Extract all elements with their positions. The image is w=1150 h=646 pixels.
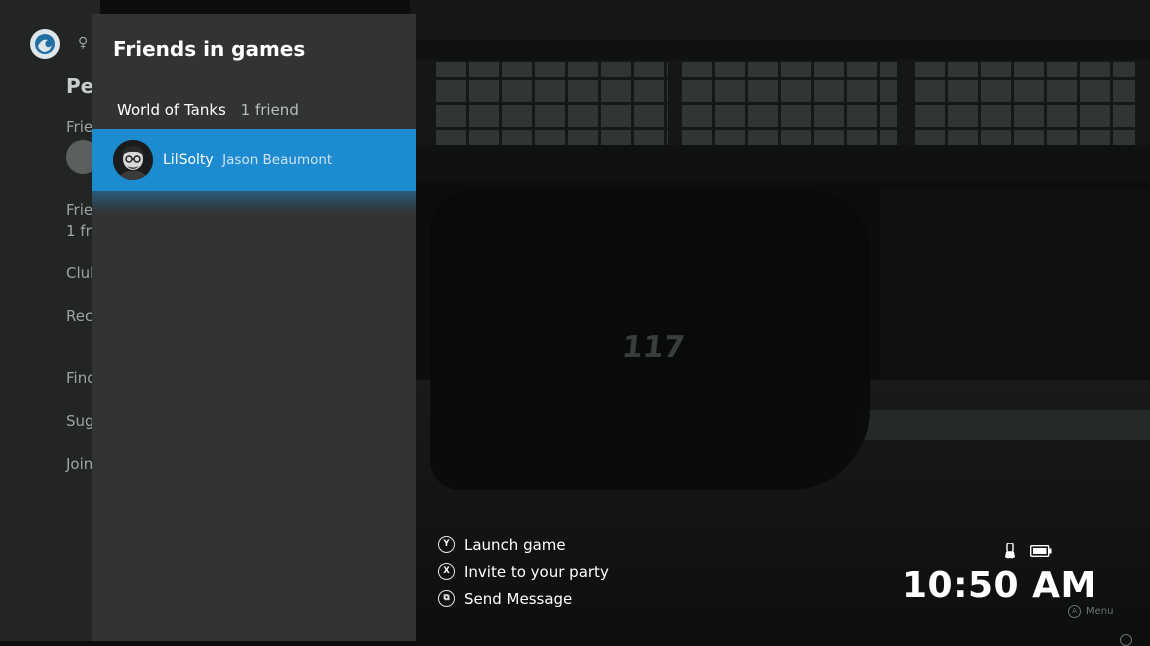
friend-count: 1 friend [240,101,299,119]
y-button-icon: Y [438,536,455,553]
status-icons [1004,543,1052,559]
game-header: World of Tanks 1 friend [117,101,299,119]
friend-name: LilSolty Jason Beaumont [163,152,332,168]
people-peek-item[interactable]: Sug [66,412,95,430]
invite-to-party-hint[interactable]: X Invite to your party [438,558,609,585]
trophy-icon[interactable]: ♀ [78,35,88,51]
game-name: World of Tanks [117,101,226,119]
scene-beam [410,40,1150,60]
people-peek-item[interactable]: Join [66,455,93,473]
hint-label: Launch game [464,535,566,554]
scene-beam [410,145,1150,181]
scene-window [915,62,1135,152]
view-button-icon: ⧉ [438,590,455,607]
menu-label: Menu [1086,606,1114,617]
button-hints: Y Launch game X Invite to your party ⧉ S… [438,531,609,612]
friends-in-games-panel: Friends in games World of Tanks 1 friend… [92,14,416,641]
people-peek-item: Frie [66,118,94,136]
people-pane: ♀ Pe Frie Frie 1 fri Club Rec Find Sug J… [0,0,100,641]
send-message-hint[interactable]: ⧉ Send Message [438,585,609,612]
panel-title: Friends in games [113,37,306,61]
real-name: Jason Beaumont [222,152,333,168]
scene-window [436,62,668,152]
friend-list-item[interactable]: LilSolty Jason Beaumont [92,129,416,213]
scene-wall [880,190,1150,400]
hint-label: Send Message [464,589,573,608]
menu-hint[interactable]: A Menu [1068,605,1113,618]
vehicle-number: 117 [620,330,687,365]
scene-ground [860,410,1150,440]
scene-window [682,62,897,152]
clock: 10:50 AM [902,565,1097,606]
x-button-icon: X [438,563,455,580]
avatar [113,140,153,180]
notification-icon [1120,634,1132,646]
battery-icon [1030,545,1052,557]
gamertag: LilSolty [163,152,214,168]
hint-label: Invite to your party [464,562,609,581]
a-button-icon: A [1068,605,1081,618]
people-title: Pe [66,74,95,98]
people-peek-item: Frie [66,201,94,219]
launch-game-hint[interactable]: Y Launch game [438,531,609,558]
controller-connected-icon [1005,543,1015,559]
people-peek-item[interactable]: Rec [66,307,93,325]
app-logo-icon[interactable] [30,29,60,59]
